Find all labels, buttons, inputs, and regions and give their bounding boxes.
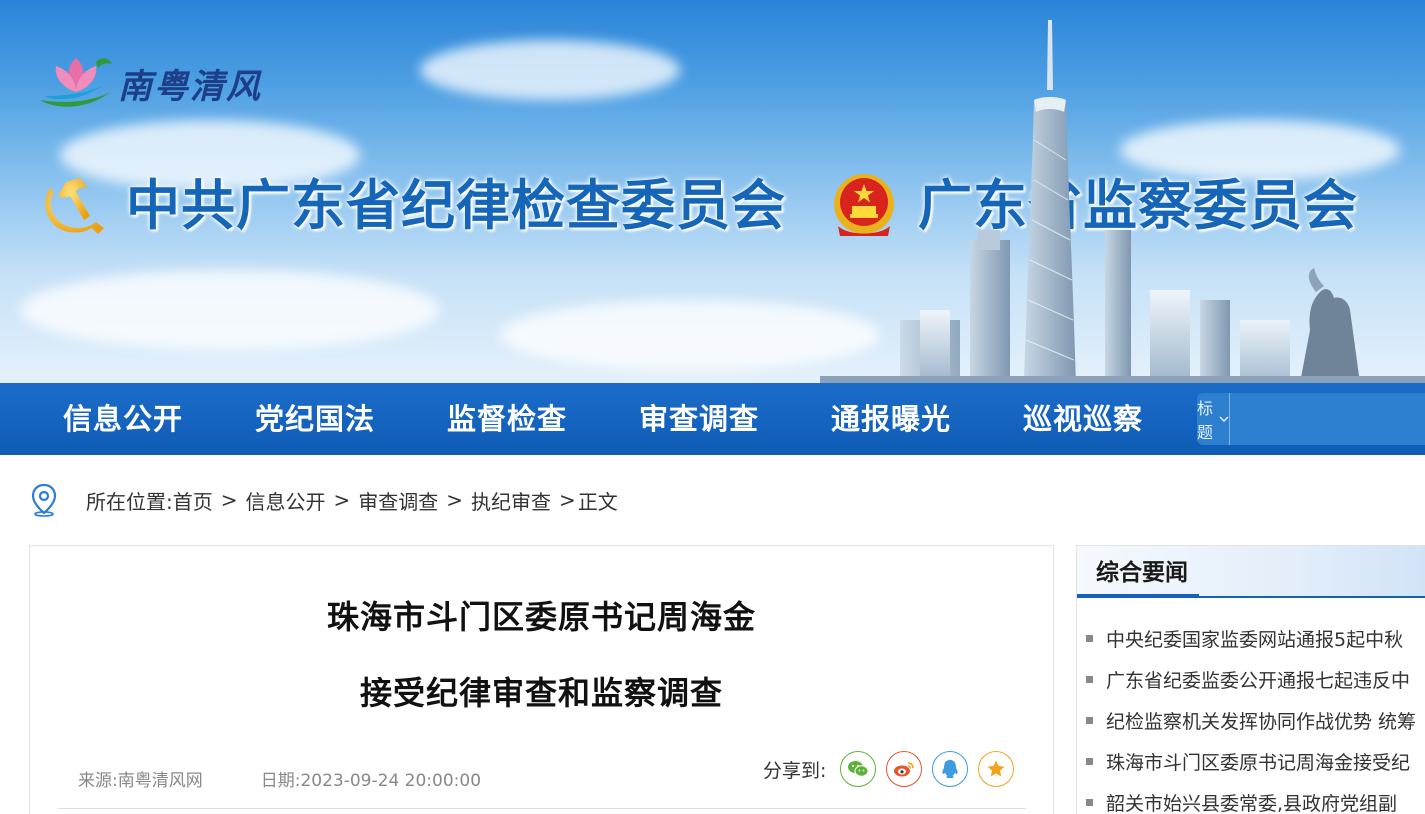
article-title-line2: 接受纪律审查和监察调查 — [359, 674, 723, 712]
sidebar-heading: 综合要闻 — [1077, 546, 1199, 598]
sidebar-header: 综合要闻 — [1077, 546, 1425, 598]
nav-item-supervision[interactable]: 监督检查 — [447, 383, 567, 455]
share-favorite-button[interactable] — [978, 751, 1015, 787]
news-title: 韶关市始兴县委常委,县政府党组副 — [1106, 793, 1398, 814]
share-label: 分享到: — [763, 759, 827, 782]
party-emblem-icon — [45, 178, 104, 234]
breadcrumb-label: 所在位置: — [86, 489, 173, 514]
wechat-icon — [848, 761, 869, 777]
weibo-icon — [894, 762, 915, 777]
news-sidebar: 综合要闻 中央纪委国家监委网站通报5起中秋 广东省纪委监委公开通报七起违反中 纪… — [1076, 545, 1425, 814]
main-nav: 信息公开 党纪国法 监督检查 审查调查 通报曝光 巡视巡察 标题 — [0, 383, 1425, 455]
bullet-icon — [1086, 717, 1093, 724]
list-item[interactable]: 中央纪委国家监委网站通报5起中秋 — [1077, 618, 1425, 659]
share-wechat-button[interactable] — [840, 751, 877, 787]
list-item[interactable]: 纪检监察机关发挥协同作战优势 统筹 — [1077, 700, 1425, 741]
nav-item-inspection[interactable]: 巡视巡察 — [1023, 383, 1143, 455]
breadcrumb: 所在位置: 首页 > 信息公开 > 审查调查 > 执纪审查 > 正文 — [30, 482, 618, 518]
nav-item-info-disclosure[interactable]: 信息公开 — [63, 383, 183, 455]
cloud-decoration — [20, 270, 440, 350]
nav-item-exposure[interactable]: 通报曝光 — [831, 383, 951, 455]
article-source: 来源:南粤清风网 — [78, 771, 203, 791]
news-title: 中央纪委国家监委网站通报5起中秋 — [1106, 629, 1404, 651]
bullet-icon — [1086, 799, 1093, 806]
breadcrumb-home[interactable]: 首页 — [173, 486, 213, 515]
article-date: 日期:2023-09-24 20:00:00 — [260, 771, 482, 791]
favorite-star-icon — [987, 760, 1005, 777]
article-meta: 来源:南粤清风网 日期:2023-09-24 20:00:00 — [78, 766, 481, 791]
bullet-icon — [1086, 635, 1093, 642]
breadcrumb-investigation[interactable]: 审查调查 — [358, 486, 438, 515]
breadcrumb-separator: > — [220, 488, 238, 512]
list-item[interactable]: 珠海市斗门区委原书记周海金接受纪 — [1077, 741, 1425, 782]
bullet-icon — [1086, 758, 1093, 765]
location-pin-icon — [31, 483, 57, 517]
search-type-label: 标题 — [1197, 399, 1214, 442]
search-box: 标题 — [1197, 393, 1425, 445]
header-banner: 南粤清风 中共广东省纪律检查委员会 广东省监察委员会 — [0, 0, 1425, 383]
breadcrumb-separator: > — [333, 488, 351, 512]
search-type-select[interactable]: 标题 — [1197, 393, 1231, 445]
cloud-decoration — [420, 40, 680, 100]
title-cpc-discipline-commission: 中共广东省纪律检查委员会 — [126, 174, 786, 237]
breadcrumb-info-disclosure[interactable]: 信息公开 — [246, 486, 326, 515]
breadcrumb-separator: > — [559, 488, 576, 512]
news-title: 纪检监察机关发挥协同作战优势 统筹 — [1106, 711, 1417, 733]
article-panel: 珠海市斗门区委原书记周海金 接受纪律审查和监察调查 来源:南粤清风网 日期:20… — [29, 545, 1054, 814]
bullet-icon — [1086, 676, 1093, 683]
news-list: 中央纪委国家监委网站通报5起中秋 广东省纪委监委公开通报七起违反中 纪检监察机关… — [1077, 618, 1425, 814]
qq-icon — [942, 760, 958, 778]
share-bar: 分享到: — [763, 751, 1024, 787]
nav-item-investigation[interactable]: 审查调查 — [639, 383, 759, 455]
share-weibo-button[interactable] — [886, 751, 923, 787]
lotus-logo-icon — [40, 58, 112, 107]
article-divider — [58, 808, 1026, 809]
news-title: 广东省纪委监委公开通报七起违反中 — [1106, 670, 1411, 692]
breadcrumb-discipline-review[interactable]: 执纪审查 — [471, 486, 551, 515]
chevron-down-icon — [1219, 412, 1229, 426]
breadcrumb-separator: > — [446, 488, 464, 512]
site-logo[interactable]: 南粤清风 — [36, 52, 262, 114]
nav-item-party-discipline[interactable]: 党纪国法 — [255, 383, 375, 455]
logo-text: 南粤清风 — [118, 66, 262, 107]
share-qq-button[interactable] — [932, 751, 969, 787]
list-item[interactable]: 广东省纪委监委公开通报七起违反中 — [1077, 659, 1425, 700]
news-title: 珠海市斗门区委原书记周海金接受纪 — [1106, 752, 1411, 774]
list-item[interactable]: 韶关市始兴县委常委,县政府党组副 — [1077, 782, 1425, 814]
article-title-line1: 珠海市斗门区委原书记周海金 — [326, 598, 756, 636]
city-skyline-illustration — [820, 20, 1425, 383]
breadcrumb-current: 正文 — [577, 489, 618, 514]
search-input[interactable] — [1230, 393, 1425, 445]
